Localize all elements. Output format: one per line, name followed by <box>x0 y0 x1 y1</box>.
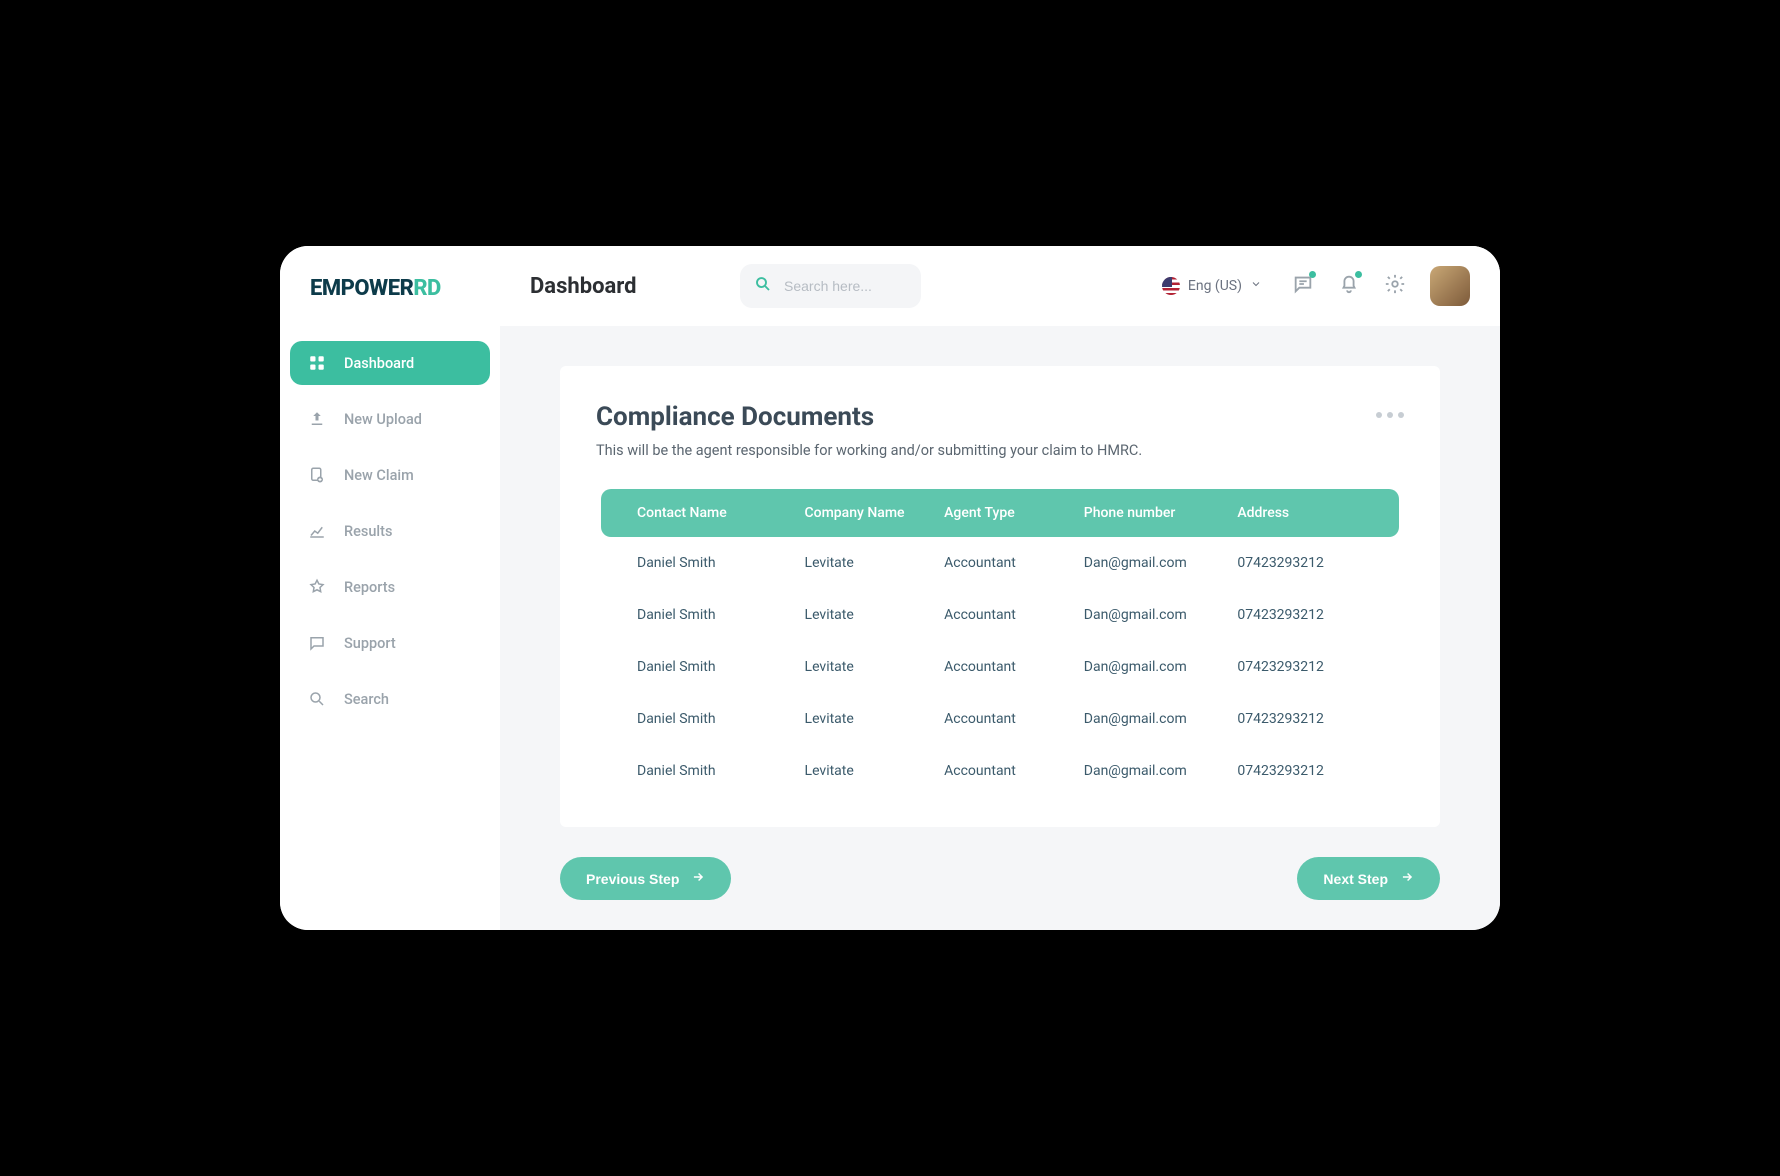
logo: EMPOWERRD <box>290 276 490 341</box>
star-icon <box>308 578 326 596</box>
logo-rd: RD <box>413 276 441 301</box>
cell-contact: Daniel Smith <box>637 659 805 675</box>
cell-address: 07423293212 <box>1237 711 1363 727</box>
cell-type: Accountant <box>944 763 1084 779</box>
col-company-name: Company Name <box>805 505 945 521</box>
messages-icon[interactable] <box>1292 273 1314 299</box>
nav-list: Dashboard New Upload New Claim Results <box>290 341 490 721</box>
cell-company: Levitate <box>805 711 945 727</box>
topbar-icons <box>1292 266 1470 306</box>
table-row[interactable]: Daniel Smith Levitate Accountant Dan@gma… <box>601 537 1399 589</box>
cell-contact: Daniel Smith <box>637 555 805 571</box>
search-icon <box>754 275 772 297</box>
nav-item-new-upload[interactable]: New Upload <box>290 397 490 441</box>
avatar[interactable] <box>1430 266 1470 306</box>
cell-phone: Dan@gmail.com <box>1084 659 1238 675</box>
language-selector[interactable]: Eng (US) <box>1162 277 1262 295</box>
col-phone-number: Phone number <box>1084 505 1238 521</box>
cell-type: Accountant <box>944 659 1084 675</box>
cell-contact: Daniel Smith <box>637 607 805 623</box>
cell-address: 07423293212 <box>1237 607 1363 623</box>
nav-label: New Upload <box>344 411 422 428</box>
notification-dot <box>1355 271 1362 278</box>
chevron-down-icon <box>1250 278 1262 294</box>
table-row[interactable]: Daniel Smith Levitate Accountant Dan@gma… <box>601 693 1399 745</box>
content: Compliance Documents This will be the ag… <box>500 326 1500 930</box>
cell-contact: Daniel Smith <box>637 763 805 779</box>
col-agent-type: Agent Type <box>944 505 1084 521</box>
chart-line-icon <box>308 522 326 540</box>
cell-company: Levitate <box>805 659 945 675</box>
arrow-right-icon <box>1400 870 1414 887</box>
search-icon <box>308 690 326 708</box>
step-buttons: Previous Step Next Step <box>560 857 1440 900</box>
nav-item-new-claim[interactable]: New Claim <box>290 453 490 497</box>
cell-phone: Dan@gmail.com <box>1084 607 1238 623</box>
card-subtitle: This will be the agent responsible for w… <box>596 442 1404 459</box>
logo-empower: EMPOWER <box>310 276 413 301</box>
table-header: Contact Name Company Name Agent Type Pho… <box>601 489 1399 537</box>
cell-company: Levitate <box>805 763 945 779</box>
main-area: Dashboard Eng (US) <box>500 246 1500 930</box>
nav-item-dashboard[interactable]: Dashboard <box>290 341 490 385</box>
language-label: Eng (US) <box>1188 278 1242 294</box>
arrow-right-icon <box>691 870 705 887</box>
cell-address: 07423293212 <box>1237 659 1363 675</box>
nav-label: Support <box>344 635 396 652</box>
cell-company: Levitate <box>805 607 945 623</box>
chat-icon <box>308 634 326 652</box>
table-row[interactable]: Daniel Smith Levitate Accountant Dan@gma… <box>601 589 1399 641</box>
cell-phone: Dan@gmail.com <box>1084 555 1238 571</box>
cell-type: Accountant <box>944 607 1084 623</box>
cell-phone: Dan@gmail.com <box>1084 763 1238 779</box>
compliance-table: Contact Name Company Name Agent Type Pho… <box>601 489 1399 797</box>
bell-icon[interactable] <box>1338 273 1360 299</box>
cell-type: Accountant <box>944 555 1084 571</box>
table-row[interactable]: Daniel Smith Levitate Accountant Dan@gma… <box>601 641 1399 693</box>
table-row[interactable]: Daniel Smith Levitate Accountant Dan@gma… <box>601 745 1399 797</box>
gear-icon[interactable] <box>1384 273 1406 299</box>
search-wrap <box>740 264 921 308</box>
notification-dot <box>1309 271 1316 278</box>
nav-label: Results <box>344 523 392 540</box>
dashboard-icon <box>308 354 326 372</box>
nav-item-reports[interactable]: Reports <box>290 565 490 609</box>
prev-label: Previous Step <box>586 871 679 887</box>
next-step-button[interactable]: Next Step <box>1297 857 1440 900</box>
compliance-card: Compliance Documents This will be the ag… <box>560 366 1440 827</box>
nav-item-support[interactable]: Support <box>290 621 490 665</box>
nav-label: Search <box>344 691 389 708</box>
cell-type: Accountant <box>944 711 1084 727</box>
cell-contact: Daniel Smith <box>637 711 805 727</box>
nav-label: New Claim <box>344 467 414 484</box>
col-address: Address <box>1237 505 1363 521</box>
page-title: Dashboard <box>530 274 710 299</box>
nav-item-results[interactable]: Results <box>290 509 490 553</box>
col-contact-name: Contact Name <box>637 505 805 521</box>
card-title: Compliance Documents <box>596 402 874 432</box>
previous-step-button[interactable]: Previous Step <box>560 857 731 900</box>
cell-phone: Dan@gmail.com <box>1084 711 1238 727</box>
nav-label: Dashboard <box>344 355 414 372</box>
flag-us-icon <box>1162 277 1180 295</box>
topbar: Dashboard Eng (US) <box>500 246 1500 326</box>
cell-address: 07423293212 <box>1237 555 1363 571</box>
next-label: Next Step <box>1323 871 1388 887</box>
nav-label: Reports <box>344 579 395 596</box>
cell-address: 07423293212 <box>1237 763 1363 779</box>
more-options-icon[interactable] <box>1376 402 1404 418</box>
app-window: EMPOWERRD Dashboard New Upload New Cl <box>280 246 1500 930</box>
document-plus-icon <box>308 466 326 484</box>
nav-item-search[interactable]: Search <box>290 677 490 721</box>
upload-icon <box>308 410 326 428</box>
sidebar: EMPOWERRD Dashboard New Upload New Cl <box>280 246 500 930</box>
cell-company: Levitate <box>805 555 945 571</box>
